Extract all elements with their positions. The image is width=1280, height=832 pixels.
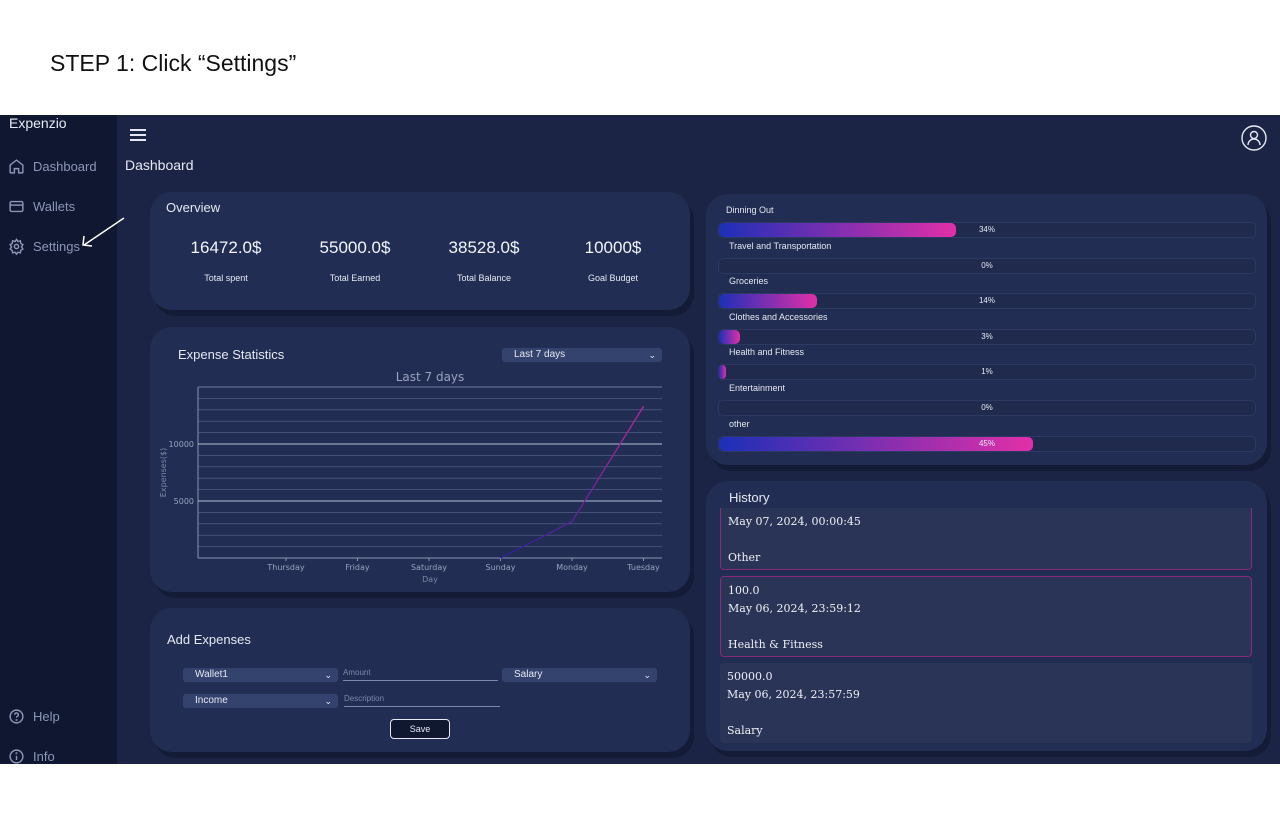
category-label: Groceries — [729, 276, 769, 287]
history-title: History — [729, 490, 770, 505]
category-percent: 1% — [981, 367, 993, 377]
history-item-amount: 50000.0 — [727, 670, 773, 683]
wallet-select-value: Wallet1 — [195, 669, 228, 680]
category-label: Clothes and Accessories — [729, 311, 828, 322]
sidebar-item-info[interactable]: Info — [8, 748, 55, 764]
wallet-select[interactable]: Wallet1 ⌄ — [183, 668, 338, 682]
history-item-date: May 06, 2024, 23:57:59 — [727, 688, 860, 701]
category-percent: 0% — [981, 403, 993, 412]
category-percent: 3% — [981, 331, 993, 341]
chart-title: Last 7 days — [396, 370, 465, 384]
sidebar-item-label: Settings — [33, 239, 80, 254]
total-earned-value: 55000.0$ — [319, 238, 391, 257]
help-icon — [9, 709, 24, 724]
add-expenses-title: Add Expenses — [167, 632, 251, 647]
goal-budget-value: 10000$ — [584, 238, 642, 257]
x-tick-label: Monday — [556, 563, 588, 572]
history-item[interactable]: May 07, 2024, 00:00:45 Other — [720, 508, 1252, 570]
sidebar-item-label: Info — [33, 749, 55, 764]
category-select[interactable]: Salary ⌄ — [502, 668, 657, 682]
x-tick-label: Friday — [345, 563, 370, 572]
expense-statistics-card: Expense Statistics Last 7 days ⌄ Last 7 … — [150, 327, 690, 592]
app-brand: Expenzio — [9, 115, 67, 131]
info-icon — [9, 749, 24, 764]
history-card: History May 07, 2024, 00:00:45 Other 100… — [706, 481, 1267, 751]
hamburger-menu-icon[interactable] — [130, 129, 146, 143]
category-select-value: Salary — [514, 669, 543, 680]
description-input[interactable]: Description — [344, 694, 500, 707]
gear-icon — [9, 238, 24, 255]
y-axis-label: Expenses($) — [159, 448, 168, 497]
save-button[interactable]: Save — [390, 719, 450, 739]
step-title: STEP 1: Click “Settings” — [50, 50, 297, 76]
sidebar-item-settings[interactable]: Settings — [8, 238, 80, 255]
amount-input[interactable]: Amount — [343, 668, 498, 681]
user-avatar-icon[interactable] — [1241, 125, 1267, 151]
home-icon — [9, 159, 24, 174]
x-tick-label: Tuesday — [626, 563, 660, 572]
type-select-value: Income — [195, 695, 228, 706]
history-item-category: Health & Fitness — [728, 638, 823, 651]
category-percent: 34% — [978, 225, 995, 234]
total-spent-value: 16472.0$ — [190, 238, 262, 257]
history-item-date: May 07, 2024, 00:00:45 — [728, 515, 861, 528]
category-progress-bar: 34% — [718, 222, 1256, 238]
chevron-down-icon: ⌄ — [643, 670, 651, 680]
goal-budget-label: Goal Budget — [587, 273, 639, 283]
total-earned-label: Total Earned — [329, 273, 381, 283]
history-item-category: Other — [728, 551, 761, 564]
y-tick-label: 5000 — [174, 497, 194, 506]
history-item-amount: 100.0 — [728, 584, 760, 597]
sidebar-item-label: Wallets — [33, 199, 76, 214]
chevron-down-icon: ⌄ — [324, 670, 332, 680]
app-window: Expenzio Dashboard Wallets Settings Help… — [0, 115, 1280, 764]
total-spent-label: Total spent — [204, 273, 248, 283]
expense-line-chart: Last 7 days 5000 10000 Thursday Friday Saturd… — [159, 370, 662, 584]
chevron-down-icon: ⌄ — [324, 696, 332, 706]
add-expenses-card: Add Expenses Wallet1 ⌄ Amount Salary ⌄ I… — [150, 608, 690, 752]
category-progress-bar: 1% — [718, 364, 1256, 381]
x-tick-label: Saturday — [411, 563, 447, 572]
category-label: other — [729, 418, 750, 429]
sidebar-item-wallets[interactable]: Wallets — [8, 198, 75, 215]
category-percent: 45% — [978, 438, 995, 448]
type-select[interactable]: Income ⌄ — [183, 694, 338, 708]
history-item[interactable]: 100.0 May 06, 2024, 23:59:12 Health & Fi… — [720, 576, 1252, 657]
category-label: Entertainment — [729, 383, 786, 393]
category-progress-bar: 0% — [718, 400, 1256, 416]
x-axis-label: Day — [422, 575, 438, 584]
category-progress-bar: 3% — [718, 328, 1256, 345]
category-label: Health and Fitness — [729, 347, 805, 358]
total-balance-label: Total Balance — [456, 273, 512, 283]
page-title: Dashboard — [125, 157, 194, 173]
category-progress-bar: 45% — [718, 435, 1256, 452]
overview-title: Overview — [166, 200, 221, 215]
category-progress-bar: 0% — [718, 257, 1256, 274]
history-item-category: Salary — [727, 724, 763, 737]
sidebar-item-help[interactable]: Help — [8, 708, 60, 725]
history-item-date: May 06, 2024, 23:59:12 — [728, 602, 861, 615]
category-percent: 0% — [981, 260, 993, 270]
x-tick-label: Sunday — [486, 563, 516, 572]
pointer-arrow — [82, 217, 125, 247]
overview-card: Overview 16472.0$ Total spent 55000.0$ T… — [150, 192, 690, 310]
history-item[interactable]: 50000.0 May 06, 2024, 23:57:59 Salary — [720, 663, 1252, 743]
total-balance-value: 38528.0$ — [448, 238, 520, 257]
category-breakdown-card: Dinning Out 34% Travel and Transportation 0… — [706, 194, 1267, 465]
y-tick-label: 10000 — [169, 440, 194, 449]
sidebar-item-label: Help — [33, 709, 60, 724]
sidebar: Expenzio Dashboard Wallets Settings Help… — [0, 115, 117, 764]
wallet-icon — [9, 200, 24, 213]
sidebar-item-dashboard[interactable]: Dashboard — [8, 158, 97, 175]
category-label: Travel and Transportation — [729, 240, 832, 251]
x-tick-label: Thursday — [266, 563, 304, 572]
category-percent: 14% — [978, 296, 995, 306]
category-progress-bar: 14% — [718, 293, 1256, 310]
sidebar-item-label: Dashboard — [33, 159, 97, 174]
category-label: Dinning Out — [726, 205, 774, 215]
